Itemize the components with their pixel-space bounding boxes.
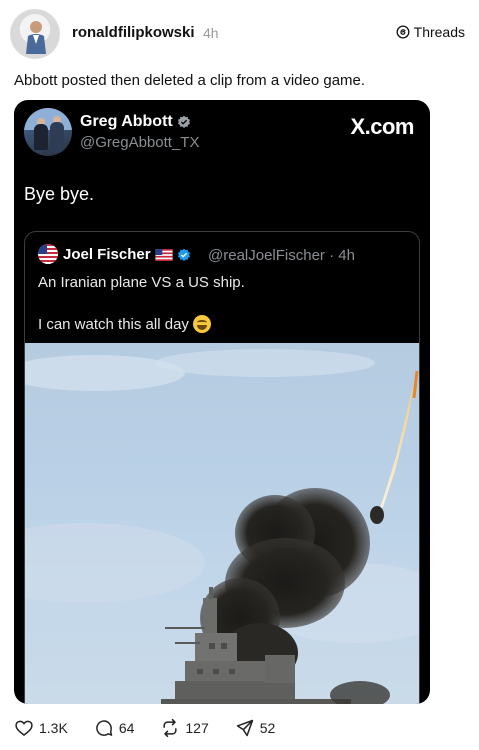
threads-badge: Threads [396, 24, 465, 40]
us-flag-icon [154, 248, 173, 261]
us-flag-avatar-icon [38, 244, 58, 264]
heart-icon [15, 720, 33, 737]
author-avatar[interactable] [10, 9, 60, 59]
action-bar: 1.3K 64 127 52 [14, 718, 301, 738]
repost-count: 127 [185, 720, 209, 736]
like-button[interactable]: 1.3K [14, 718, 68, 738]
share-count: 52 [259, 720, 276, 736]
x-com-label: X.com [350, 114, 414, 139]
laughing-emoji-icon [192, 315, 211, 333]
quoted-handle-time: @realJoelFischer · 4h [208, 247, 355, 264]
tweet-avatar [24, 108, 72, 156]
comment-button[interactable]: 64 [94, 718, 135, 738]
author-username[interactable]: ronaldfilipkowski [72, 24, 195, 41]
tweet-card[interactable]: Greg Abbott @GregAbbott_TX X.com Bye bye… [14, 100, 430, 704]
quoted-author-name-text: Joel Fischer [63, 246, 151, 263]
repost-button[interactable]: 127 [160, 718, 209, 738]
video-frame[interactable] [25, 343, 419, 704]
tweet-author-name: Greg Abbott [80, 113, 191, 131]
threads-label: Threads [413, 24, 465, 40]
quoted-text-line2-text: I can watch this all day [38, 315, 189, 333]
repost-icon [163, 718, 177, 738]
tweet-author-handle: @GregAbbott_TX [80, 134, 200, 151]
tweet-text: Bye bye. [24, 184, 95, 204]
threads-icon [396, 25, 410, 39]
post-caption: Abbott posted then deleted a clip from a… [14, 72, 366, 89]
share-button[interactable]: 52 [235, 718, 276, 738]
video-scene [25, 349, 419, 704]
tweet-author-name-text: Greg Abbott [80, 113, 173, 130]
post-time: 4h [203, 25, 219, 41]
quoted-author-name: Joel Fischer [63, 246, 191, 263]
quoted-avatar [38, 244, 58, 264]
avatar-person-icon [26, 21, 46, 54]
comment-icon [96, 720, 113, 736]
verified-badge-icon [177, 115, 190, 129]
quoted-text-line1: An Iranian plane VS a US ship. [38, 274, 245, 291]
quoted-tweet[interactable]: Joel Fischer @realJoelFischer · 4h An Ir… [24, 231, 420, 704]
comment-count: 64 [118, 720, 135, 736]
verified-badge-icon [177, 248, 190, 261]
like-count: 1.3K [39, 720, 68, 736]
quoted-text-line2: I can watch this all day [38, 315, 211, 333]
share-icon [236, 719, 253, 737]
